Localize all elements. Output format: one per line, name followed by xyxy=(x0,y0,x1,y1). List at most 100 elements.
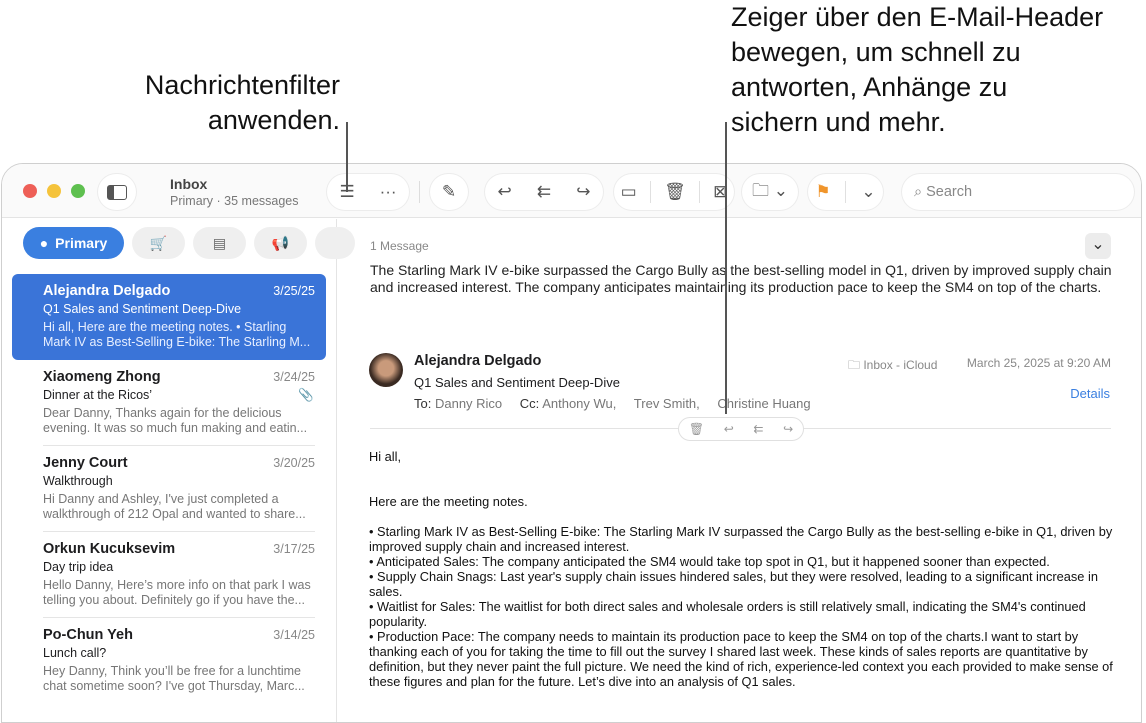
details-link[interactable]: Details xyxy=(1070,386,1110,401)
body-paragraph: • Anticipated Sales: The company anticip… xyxy=(369,554,1050,569)
email-subject: Q1 Sales and Sentiment Deep-Dive xyxy=(414,375,620,390)
recipient[interactable]: Danny Rico xyxy=(435,396,502,411)
email-body: Hi all, Here are the meeting notes. • St… xyxy=(369,449,1114,689)
toolbar: Inbox Primary · 35 messages ☰··· ✎ ↩ ⇇ ↪ ▭… xyxy=(2,164,1141,218)
move-button[interactable]: 🗀 ⌄ xyxy=(742,174,798,210)
subject: Dinner at the Ricos’ xyxy=(43,388,153,402)
reply-group: ↩ ⇇ ↪ xyxy=(485,174,603,210)
message-viewer: 1 Message ⌄ The Starling Mark IV e-bike … xyxy=(338,219,1141,722)
chevron-down-icon[interactable]: ⌄ xyxy=(861,182,875,202)
callout-text: Zeiger über den E-Mail-Header xyxy=(731,2,1104,32)
email-date: March 25, 2025 at 9:20 AM xyxy=(966,356,1111,370)
mailbox-label: 🗀 Inbox - iCloud xyxy=(848,356,937,377)
subject: Walkthrough xyxy=(43,474,113,488)
flag-group: ⚑ ⌄ xyxy=(808,174,883,210)
zoom-button[interactable] xyxy=(71,184,85,198)
category-transactions[interactable]: 🛒 xyxy=(132,227,185,259)
to-label: To: xyxy=(414,396,432,411)
trash-icon[interactable]: 🗑 xyxy=(689,422,704,436)
search-icon: ⌕ xyxy=(914,184,923,200)
date: 3/20/25 xyxy=(273,456,315,470)
filter-group: ☰··· xyxy=(327,174,409,210)
callout-text: bewegen, um schnell zu xyxy=(731,37,1021,67)
body-paragraph: • Production Pace: The company needs to … xyxy=(369,629,1113,689)
list-item[interactable]: Alejandra Delgado 3/25/25 Q1 Sales and Se… xyxy=(12,274,326,360)
collapse-button[interactable]: ⌄ xyxy=(1085,233,1111,259)
compose-button[interactable]: ✎ xyxy=(430,174,468,210)
delete-group: ▭ 🗑 ⊠ xyxy=(614,174,734,210)
category-promotions[interactable]: 📢 xyxy=(254,227,307,259)
callout-text: antworten, Anhänge zu xyxy=(731,72,1008,102)
minimize-button[interactable] xyxy=(47,184,61,198)
message-list: ● Primary 🛒 ▤ 📢 Alejandra Delgado 3/25/25 … xyxy=(2,219,355,722)
hover-actions: 🗑 ↩ ⇇ ↪ xyxy=(678,417,804,441)
archive-icon[interactable]: ▭ xyxy=(621,182,637,202)
search-input[interactable]: ⌕ Search xyxy=(902,174,1134,210)
sender-avatar xyxy=(369,353,403,387)
list-item[interactable]: Jenny Court 3/20/25 Walkthrough Hi Danny a… xyxy=(12,446,326,532)
more-icon[interactable]: ··· xyxy=(380,182,397,202)
list-item[interactable]: Xiaomeng Zhong 3/24/25 Dinner at the Rico… xyxy=(12,360,326,446)
sidebar-toggle-button[interactable] xyxy=(98,174,136,210)
trash-icon[interactable]: 🗑 xyxy=(664,182,686,202)
flag-icon[interactable]: ⚑ xyxy=(815,182,830,202)
subject: Lunch call? xyxy=(43,646,107,660)
header-callout: Zeiger über den E-Mail-Header bewegen, u… xyxy=(731,0,1103,140)
callout-text: Nachrichtenfilter xyxy=(144,70,340,100)
preview: Hi Danny and Ashley, I've just completed… xyxy=(43,491,306,522)
callout-text: sichern und mehr. xyxy=(731,107,946,137)
mail-window: Inbox Primary · 35 messages ☰··· ✎ ↩ ⇇ ↪ ▭… xyxy=(1,163,1142,723)
preview: Hello Danny, Here’s more info on that pa… xyxy=(43,577,311,608)
filter-callout: Nachrichtenfilter anwenden. xyxy=(145,68,340,138)
close-button[interactable] xyxy=(23,184,37,198)
body-paragraph: • Supply Chain Snags: Last year's supply… xyxy=(369,569,1098,599)
preview: Hi all, Here are the meeting notes. • St… xyxy=(43,319,311,350)
email-sender: Alejandra Delgado xyxy=(414,353,542,369)
recipient[interactable]: Trev Smith, xyxy=(634,396,700,411)
forward-icon[interactable]: ↪ xyxy=(783,422,793,436)
callout-text: anwenden. xyxy=(207,105,340,135)
message-count: 1 Message xyxy=(370,239,429,253)
attachment-icon: 📎 xyxy=(298,388,314,402)
search-placeholder: Search xyxy=(926,184,973,200)
list-item[interactable]: Orkun Kucuksevim 3/17/25 Day trip idea Hel… xyxy=(12,532,326,618)
mailbox-title: Inbox Primary · 35 messages xyxy=(170,176,299,208)
forward-icon[interactable]: ↪ xyxy=(576,182,590,202)
date: 3/25/25 xyxy=(273,284,315,298)
cart-icon: 🛒 xyxy=(149,234,168,251)
recipient[interactable]: Anthony Wu, xyxy=(542,396,616,411)
email-recipients: To: Danny Rico Cc: Anthony Wu, Trev Smit… xyxy=(414,396,811,411)
mailbox-name: Inbox - iCloud xyxy=(863,358,938,372)
megaphone-icon: 📢 xyxy=(271,234,290,251)
thread-summary: The Starling Mark IV e-bike surpassed th… xyxy=(370,262,1112,295)
compose-icon: ✎ xyxy=(441,182,457,201)
body-paragraph: Here are the meeting notes. xyxy=(369,494,528,509)
category-updates[interactable]: ▤ xyxy=(193,227,246,259)
body-paragraph: • Starling Mark IV as Best-Selling E-bik… xyxy=(369,524,1113,554)
callout-line xyxy=(346,122,348,192)
category-label: Primary xyxy=(55,235,108,251)
body-paragraph: Hi all, xyxy=(369,449,401,464)
subject: Q1 Sales and Sentiment Deep-Dive xyxy=(43,302,242,316)
message-icon: ▤ xyxy=(212,234,227,251)
callout-line xyxy=(725,122,727,414)
title: Inbox xyxy=(170,176,208,192)
recipient[interactable]: Christine Huang xyxy=(717,396,810,411)
date: 3/24/25 xyxy=(273,370,315,384)
person-icon: ● xyxy=(39,235,49,251)
reply-all-icon[interactable]: ⇇ xyxy=(537,182,551,202)
body-paragraph: • Waitlist for Sales: The waitlist for b… xyxy=(369,599,1086,629)
sidebar-icon xyxy=(107,184,127,200)
category-primary[interactable]: ● Primary xyxy=(23,227,124,259)
preview: Dear Danny, Thanks again for the delicio… xyxy=(43,405,308,436)
folder-icon: 🗀 xyxy=(848,358,864,372)
cc-label: Cc: xyxy=(519,396,540,411)
folder-icon: 🗀 ⌄ xyxy=(752,180,788,200)
reply-all-icon[interactable]: ⇇ xyxy=(753,422,763,436)
date: 3/17/25 xyxy=(273,542,315,556)
divider xyxy=(419,181,420,203)
list-item[interactable]: Po-Chun Yeh 3/14/25 Lunch call? Hey Danny,… xyxy=(12,618,326,704)
reply-icon[interactable]: ↩ xyxy=(498,182,512,202)
date: 3/14/25 xyxy=(273,628,315,642)
reply-icon[interactable]: ↩ xyxy=(724,422,734,436)
